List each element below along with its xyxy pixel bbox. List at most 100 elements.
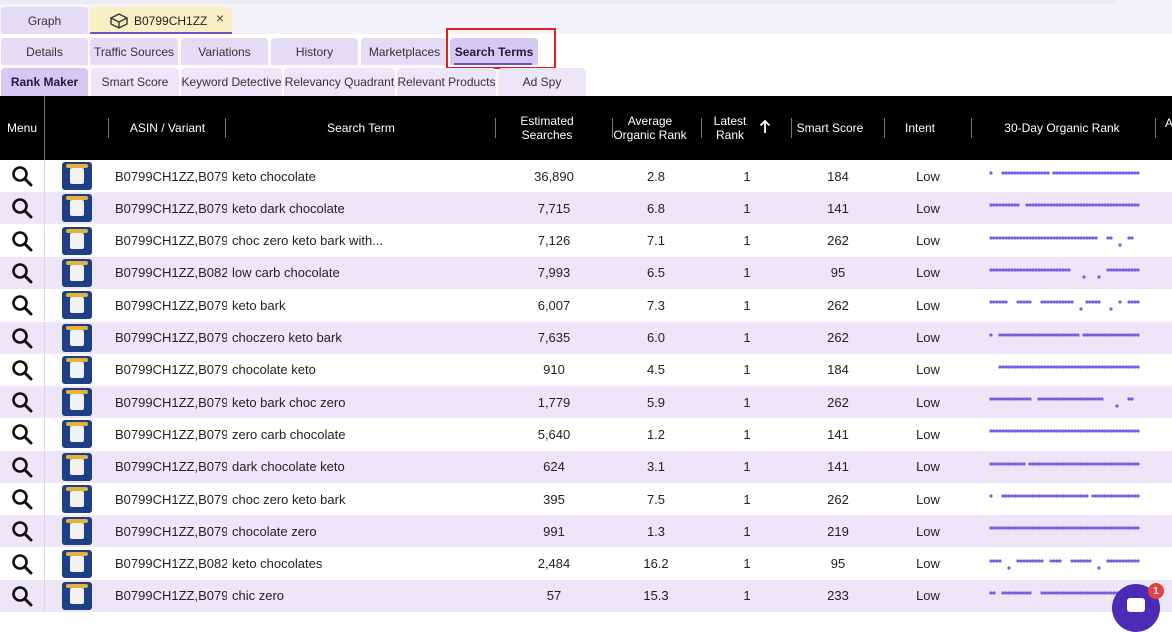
col-30-day-organic-rank[interactable]: 30-Day Organic Rank: [972, 96, 1152, 160]
col-search-term[interactable]: Search Term: [227, 96, 495, 160]
product-thumbnail[interactable]: [62, 162, 92, 190]
table-row[interactable]: B0799CH1ZZ,B0799 chocolate keto 910 4.5 1 184…: [0, 353, 1172, 386]
sparkline-point: [1115, 558, 1119, 563]
tool-tab-ad-spy[interactable]: Ad Spy: [498, 68, 586, 96]
sparkline-point: [1034, 235, 1038, 240]
search-icon[interactable]: [11, 488, 33, 510]
sparkline-point: [1058, 235, 1062, 240]
sparkline-point: [1088, 429, 1092, 433]
col-estimated-searches[interactable]: Estimated Searches: [496, 96, 598, 160]
sparkline-point: [1136, 365, 1140, 369]
table-row[interactable]: B0799CH1ZZ,B0799 zero carb chocolate 5,640…: [0, 418, 1172, 451]
search-icon[interactable]: [11, 294, 33, 316]
search-icon[interactable]: [11, 262, 33, 284]
search-icon[interactable]: [11, 391, 33, 413]
table-row[interactable]: B0799CH1ZZ,B0799 choc zero keto bark with…: [0, 224, 1172, 257]
product-thumbnail[interactable]: [62, 549, 92, 578]
sparkline-point: [1088, 397, 1092, 401]
sparkline-point: [1118, 268, 1122, 272]
sparkline-point: [1049, 332, 1053, 337]
sparkline-point: [1082, 591, 1086, 595]
col-asin[interactable]: ASIN / Variant: [110, 96, 225, 160]
search-icon[interactable]: [11, 197, 33, 219]
table-row[interactable]: B0799CH1ZZ,B0799 keto chocolate 36,890 2.8 1…: [0, 160, 1172, 192]
search-icon[interactable]: [11, 165, 33, 187]
search-icon[interactable]: [11, 423, 33, 445]
tool-tab-keyword-detective[interactable]: Keyword Detective: [181, 68, 282, 96]
subtab-marketplaces[interactable]: Marketplaces: [361, 38, 448, 65]
sparkline-point: [1124, 462, 1128, 466]
sparkline-point: [1136, 558, 1140, 563]
col-average-organic-rank[interactable]: Average Organic Rank: [613, 96, 687, 160]
subtab-traffic-sources[interactable]: Traffic Sources: [90, 38, 178, 65]
tool-tab-label: Ad Spy: [522, 75, 562, 89]
search-icon[interactable]: [11, 553, 33, 575]
product-thumbnail[interactable]: [62, 517, 92, 546]
table-row[interactable]: B0799CH1ZZ,B0824 keto chocolates 2,484 16.2…: [0, 547, 1172, 580]
sparkline-point: [1055, 235, 1059, 240]
tool-tab-smart-score[interactable]: Smart Score: [91, 68, 179, 96]
subtab-history[interactable]: History: [271, 38, 358, 65]
sparkline-point: [1085, 429, 1089, 433]
sparkline-point: [1010, 235, 1014, 240]
sparkline-point: [1040, 300, 1044, 304]
table-row[interactable]: B0799CH1ZZ,B0799 dark chocolate keto 624 3.…: [0, 450, 1172, 483]
sparkline-point: [1022, 558, 1026, 563]
search-icon[interactable]: [11, 230, 33, 252]
product-thumbnail[interactable]: [62, 291, 92, 320]
product-thumbnail[interactable]: [62, 323, 92, 352]
sparkline-point: [1037, 268, 1041, 272]
sparkline-point: [1025, 300, 1029, 304]
search-term-cell: keto chocolate: [232, 168, 316, 184]
search-icon[interactable]: [11, 359, 33, 381]
product-thumbnail[interactable]: [62, 194, 92, 223]
sparkline-point: [1058, 494, 1062, 498]
col-intent[interactable]: Intent: [886, 96, 954, 160]
search-icon[interactable]: [11, 585, 33, 607]
product-thumbnail[interactable]: [62, 388, 92, 417]
table-row[interactable]: B0799CH1ZZ,B0799 keto bark 6,007 7.3 1 262 Low: [0, 289, 1172, 322]
sparkline-point: [1001, 591, 1005, 595]
sparkline-point: [1043, 494, 1047, 498]
col-smart-score[interactable]: Smart Score: [792, 96, 868, 160]
search-icon[interactable]: [11, 520, 33, 542]
subtab-details[interactable]: Details: [1, 38, 88, 65]
table-row[interactable]: B0799CH1ZZ,B0799 choczero keto bark 7,635 6…: [0, 321, 1172, 354]
close-icon[interactable]: ×: [216, 10, 224, 26]
sparkline-point: [1067, 300, 1071, 304]
table-row[interactable]: B0799CH1ZZ,B0799 choc zero keto bark 395 7.…: [0, 483, 1172, 515]
product-thumbnail[interactable]: [62, 452, 92, 481]
table-row[interactable]: B0799CH1ZZ,B0799 chocolate zero 991 1.3 1 219…: [0, 515, 1172, 548]
tab-asin[interactable]: B0799CH1ZZ ×: [90, 7, 232, 34]
sparkline-point: [1037, 203, 1041, 207]
product-thumbnail[interactable]: [62, 420, 92, 449]
sparkline-point: [1049, 526, 1053, 530]
product-thumbnail[interactable]: [62, 258, 92, 287]
tool-tab-relevancy-quadrant[interactable]: Relevancy Quadrant: [284, 68, 395, 96]
tool-tab-rank-maker[interactable]: Rank Maker: [1, 68, 88, 96]
sparkline-point: [989, 171, 993, 175]
sparkline-point: [1133, 462, 1137, 466]
subtab-variations[interactable]: Variations: [181, 38, 268, 65]
arrow-up-icon[interactable]: [759, 120, 771, 134]
table-row[interactable]: B0799CH1ZZ,B0799 chic zero 57 15.3 1 233 Low: [0, 579, 1172, 612]
table-row[interactable]: B0799CH1ZZ,B0824 low carb chocolate 7,993 6…: [0, 256, 1172, 289]
product-thumbnail[interactable]: [62, 485, 92, 513]
search-icon[interactable]: [11, 456, 33, 478]
search-icon[interactable]: [11, 327, 33, 349]
tab-graph[interactable]: Graph: [1, 7, 88, 34]
sparkline-point: [1049, 203, 1053, 207]
table-row[interactable]: B0799CH1ZZ,B0799 keto bark choc zero 1,779…: [0, 386, 1172, 419]
product-thumbnail[interactable]: [62, 355, 92, 384]
tool-tab-label: Relevancy Quadrant: [284, 75, 395, 89]
sparkline-point: [1076, 558, 1080, 563]
chat-button[interactable]: 1: [1112, 583, 1164, 632]
smart-score-cell: 141: [827, 459, 849, 475]
sparkline-point: [1112, 332, 1116, 337]
product-thumbnail[interactable]: [62, 581, 92, 610]
estimated-searches-cell: 36,890: [534, 168, 574, 184]
tool-tab-relevant-products[interactable]: Relevant Products: [397, 68, 496, 96]
product-thumbnail[interactable]: [62, 226, 92, 255]
table-row[interactable]: B0799CH1ZZ,B0799 keto dark chocolate 7,715…: [0, 192, 1172, 225]
col-latest-rank[interactable]: Latest Rank: [708, 96, 752, 160]
